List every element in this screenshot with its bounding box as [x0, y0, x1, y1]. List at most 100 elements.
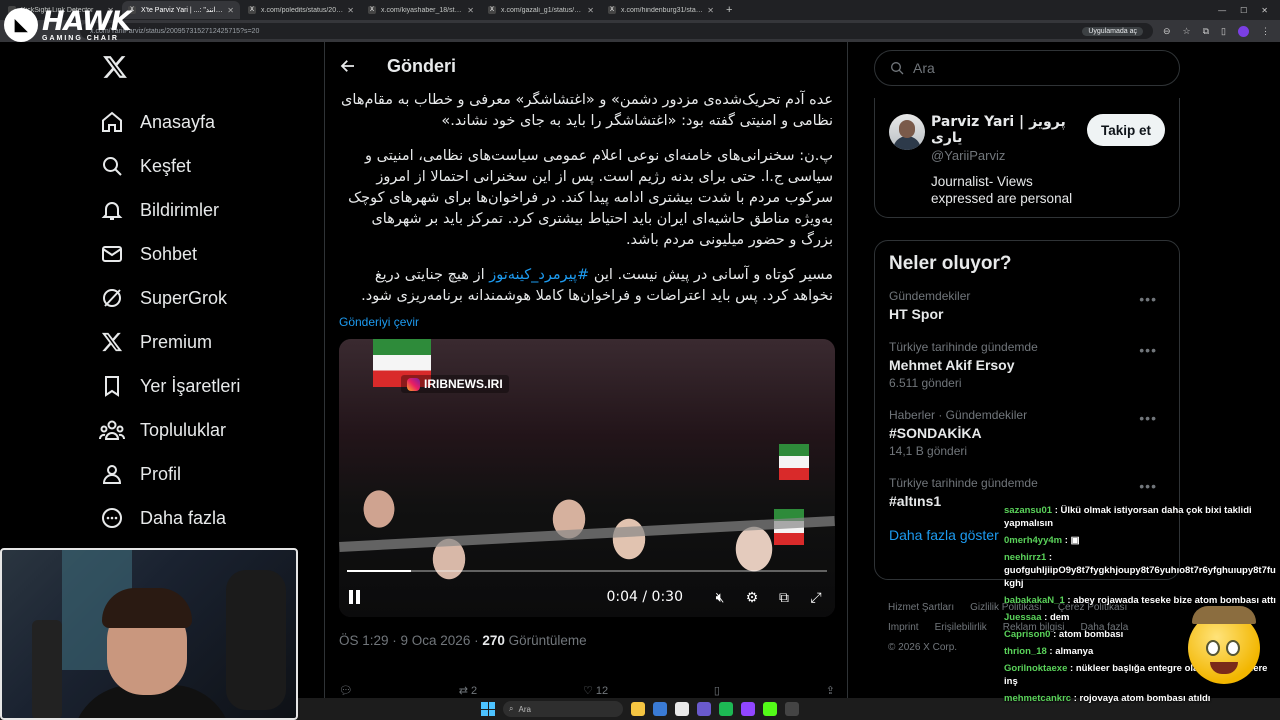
- x-favicon-icon: X: [608, 6, 616, 14]
- sidebar-item-premium[interactable]: Premium: [98, 320, 298, 364]
- taskbar-search-label: Ara: [518, 704, 531, 714]
- video-progress-bar[interactable]: [347, 570, 827, 572]
- trend-count: 6.511 gönderi: [889, 376, 962, 390]
- footer-link[interactable]: Imprint: [888, 622, 919, 633]
- trend-name: #SONDAKİKA: [889, 425, 982, 441]
- emoji-mouth: [1210, 662, 1238, 674]
- more-options-icon[interactable]: •••: [1139, 291, 1157, 307]
- minimize-icon[interactable]: —: [1218, 6, 1226, 15]
- extensions-icon[interactable]: ⧉: [1203, 26, 1209, 37]
- star-icon[interactable]: ☆: [1183, 26, 1191, 37]
- avatar[interactable]: [889, 114, 925, 150]
- chrome-icon[interactable]: [675, 702, 689, 716]
- pause-icon[interactable]: [349, 590, 363, 604]
- close-icon[interactable]: ✕: [347, 6, 354, 15]
- sidebar-item-explore[interactable]: Keşfet: [98, 144, 298, 188]
- x-favicon-icon: X: [368, 6, 376, 14]
- reply-icon[interactable]: 💬︎: [339, 684, 353, 697]
- browser-tab[interactable]: Xx.com/kiyashaber_18/status/20✕: [362, 1, 480, 19]
- author-handle[interactable]: @YariiParviz: [931, 148, 1087, 163]
- profile-avatar-icon[interactable]: [1238, 25, 1249, 37]
- settings-icon[interactable]: ⚙: [743, 588, 761, 606]
- trend-item[interactable]: Haberler · Gündemdekiler #SONDAKİKA 14,1…: [889, 408, 1165, 458]
- obs-icon[interactable]: [741, 702, 755, 716]
- close-icon[interactable]: ✕: [707, 6, 714, 15]
- zoom-icon[interactable]: ⊖: [1163, 26, 1171, 37]
- chat-text: rojovaya atom bombası atıldı: [1079, 693, 1211, 704]
- back-arrow-icon[interactable]: [337, 55, 359, 77]
- sidebar-item-notifications[interactable]: Bildirimler: [98, 188, 298, 232]
- translate-post-link[interactable]: Gönderiyi çevir: [325, 315, 847, 329]
- trend-item[interactable]: Gündemdekiler HT Spor •••: [889, 289, 1165, 322]
- grok-icon: [98, 284, 126, 312]
- webcam-overlay: [0, 548, 298, 720]
- author-name[interactable]: Parviz Yari | پرویز یاری: [931, 114, 1087, 146]
- sidebar-item-more[interactable]: Daha fazla: [98, 496, 298, 540]
- iran-flag: [779, 444, 809, 480]
- footer-link[interactable]: Hizmet Şartları: [888, 602, 954, 613]
- footer-link[interactable]: Erişilebilirlik: [935, 622, 987, 633]
- author-card: Parviz Yari | پرویز یاری @YariiParviz Jo…: [874, 98, 1180, 218]
- windows-start-icon[interactable]: [481, 702, 495, 716]
- stream-logo: ◣ HAWK GAMING CHAIR: [4, 8, 132, 42]
- sidebar-item-label: Yer İşaretleri: [140, 375, 241, 396]
- trend-category: Türkiye tarihinde gündemde: [889, 476, 1038, 490]
- new-tab-button[interactable]: +: [726, 4, 732, 16]
- maximize-icon[interactable]: ☐: [1240, 6, 1247, 15]
- video-player[interactable]: IRIBNEWS.IRI 0:04 / 0:30 🔇︎ ⚙ ⧉ ⤢: [339, 339, 835, 617]
- more-options-icon[interactable]: •••: [1139, 478, 1157, 494]
- app-icon[interactable]: [785, 702, 799, 716]
- browser-tab[interactable]: Xx.com/gazali_g1/status/200958 ✕: [482, 1, 600, 19]
- file-explorer-icon[interactable]: [631, 702, 645, 716]
- open-in-app-button[interactable]: Uygulamada aç: [1082, 26, 1143, 36]
- close-icon[interactable]: ✕: [227, 6, 234, 15]
- bookmark-icon[interactable]: ▯: [714, 684, 720, 697]
- sidebar-item-chat[interactable]: Sohbet: [98, 232, 298, 276]
- pip-icon[interactable]: ⧉: [775, 588, 793, 606]
- taskbar-search[interactable]: ⌕ Ara: [503, 701, 623, 717]
- browser-tab-active[interactable]: XX'te Parviz Yari | ...: "همه به دانند✕: [122, 1, 240, 19]
- edge-icon[interactable]: [653, 702, 667, 716]
- close-window-icon[interactable]: ✕: [1261, 6, 1268, 15]
- mute-icon[interactable]: 🔇︎: [711, 588, 729, 606]
- sidebar-item-profile[interactable]: Profil: [98, 452, 298, 496]
- window-controls: — ☐ ✕: [1218, 6, 1280, 15]
- tab-label: x.com/gazali_g1/status/200958: [501, 6, 583, 14]
- tab-label: X'te Parviz Yari | ...: "همه به دانند: [141, 7, 223, 14]
- instagram-icon: [407, 377, 420, 391]
- more-circle-icon: [98, 504, 126, 532]
- sidebar-icon[interactable]: ▯: [1221, 26, 1226, 37]
- repost-icon[interactable]: ⇄ 2: [459, 684, 477, 697]
- discord-icon[interactable]: [697, 702, 711, 716]
- browser-tab[interactable]: Xx.com/hindenburg31/status/20 ✕: [602, 1, 720, 19]
- more-options-icon[interactable]: •••: [1139, 342, 1157, 358]
- sidebar-item-label: SuperGrok: [140, 287, 228, 308]
- emoji-hat: [1192, 606, 1256, 624]
- sidebar-item-home[interactable]: Anasayfa: [98, 100, 298, 144]
- kick-icon[interactable]: [763, 702, 777, 716]
- spotify-icon[interactable]: [719, 702, 733, 716]
- like-icon[interactable]: ♡ 12: [583, 684, 608, 697]
- follow-button[interactable]: Takip et: [1086, 114, 1165, 146]
- hashtag-link[interactable]: #پیرمرد_کینه‌توز: [489, 267, 589, 283]
- x-logo-icon[interactable]: [100, 52, 130, 82]
- trend-item[interactable]: Türkiye tarihinde gündemde Mehmet Akif E…: [889, 340, 1165, 390]
- search-input[interactable]: [913, 60, 1133, 76]
- chat-username: neehirrz1: [1004, 552, 1047, 563]
- search-box[interactable]: [874, 50, 1180, 86]
- browser-tab[interactable]: Xx.com/poledits/status/2009337 ✕: [242, 1, 360, 19]
- emoji-eye: [1226, 640, 1240, 656]
- menu-icon[interactable]: ⋮: [1261, 26, 1270, 37]
- share-icon[interactable]: ⇪: [826, 684, 835, 697]
- webcam-microphone: [32, 620, 62, 718]
- sidebar-item-supergrok[interactable]: SuperGrok: [98, 276, 298, 320]
- close-icon[interactable]: ✕: [587, 6, 594, 15]
- fullscreen-icon[interactable]: ⤢: [807, 588, 825, 606]
- sidebar-item-bookmarks[interactable]: Yer İşaretleri: [98, 364, 298, 408]
- sidebar-item-label: Anasayfa: [140, 111, 216, 132]
- url-field[interactable]: x.com/YariiParviz/status/200957315271242…: [80, 23, 1153, 39]
- more-options-icon[interactable]: •••: [1139, 410, 1157, 426]
- close-icon[interactable]: ✕: [467, 6, 474, 15]
- post-timestamp[interactable]: ÖS 1:29 · 9 Oca 2026 ·: [339, 633, 482, 648]
- sidebar-item-communities[interactable]: Topluluklar: [98, 408, 298, 452]
